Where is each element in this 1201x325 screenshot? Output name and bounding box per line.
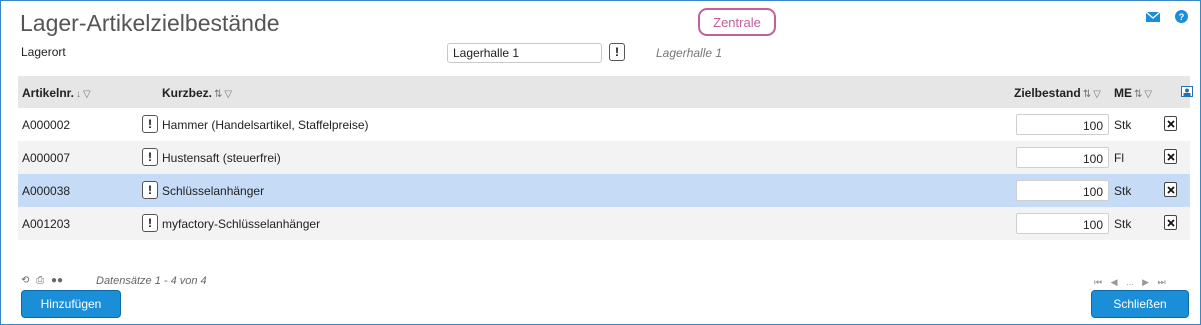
artikelnr-cell: A000002 [22,118,71,132]
delete-icon [1166,152,1175,161]
me-cell: Stk [1114,118,1132,132]
help-icon[interactable]: ? [1175,10,1188,23]
column-header-artikelnr[interactable]: Artikelnr. ↓ ▽ [22,86,91,100]
row-info-button[interactable]: ! [142,181,158,199]
column-header-kurzbez[interactable]: Kurzbez. ⇅ ▽ [162,86,232,100]
zielbestand-input[interactable]: 100 [1016,114,1109,135]
table-row[interactable]: A001203 ! myfactory-Schlüsselanhänger 10… [18,207,1190,240]
filter-icon[interactable]: ▽ [83,89,91,100]
prev-page-icon[interactable]: ◀ [1111,277,1118,287]
last-page-icon[interactable]: ⏭ [1158,277,1166,287]
table-row[interactable]: A000007 ! Hustensaft (steuerfrei) 100 Fl [18,141,1190,174]
zielbestand-input[interactable]: 100 [1016,147,1109,168]
refresh-icon[interactable]: ⟲ [21,275,29,286]
filter-icon[interactable]: ▽ [1144,89,1152,100]
page-title: Lager-Artikelzielbestände [20,10,280,36]
lagerort-label: Lagerort [21,45,66,59]
delete-icon [1166,218,1175,227]
kurzbez-cell: myfactory-Schlüsselanhänger [162,217,321,231]
column-chooser-icon[interactable] [1181,86,1193,97]
me-cell: Fl [1114,151,1124,165]
table-row-selected[interactable]: A000038 ! Schlüsselanhänger 100 Stk [18,174,1190,207]
sort-icon[interactable]: ⇅ [214,89,222,100]
mail-icon[interactable] [1146,10,1160,23]
kurzbez-cell: Schlüsselanhänger [162,184,265,198]
me-cell: Stk [1114,217,1132,231]
delete-row-button[interactable] [1164,215,1177,230]
footer-toolbar: ⟲ ⎙ ●● [21,275,67,286]
row-info-button[interactable]: ! [142,115,158,133]
delete-row-button[interactable] [1164,116,1177,131]
kurzbez-cell: Hammer (Handelsartikel, Staffelpreise) [162,118,369,132]
sort-icon[interactable]: ⇅ [1083,89,1091,100]
pager: ⏮ ◀ ... ▶ ⏭ [1094,277,1172,288]
artikelnr-cell: A000038 [22,184,71,198]
kurzbez-cell: Hustensaft (steuerfrei) [162,151,281,165]
zielbestand-input[interactable]: 100 [1016,213,1109,234]
zielbestand-input[interactable]: 100 [1016,180,1109,201]
close-button[interactable]: Schließen [1091,290,1189,318]
artikelnr-cell: A000007 [22,151,71,165]
lagerort-info-button[interactable]: ! [609,43,625,61]
row-info-button[interactable]: ! [142,148,158,166]
filter-icon[interactable]: ▽ [224,89,232,100]
column-header-me[interactable]: ME ⇅ ▽ [1114,86,1152,100]
add-button[interactable]: Hinzufügen [21,290,121,318]
next-page-icon[interactable]: ▶ [1142,277,1149,287]
lagerort-input[interactable] [447,43,602,63]
first-page-icon[interactable]: ⏮ [1094,277,1102,287]
sort-icon[interactable]: ⇅ [1134,89,1142,100]
table-header: Artikelnr. ↓ ▽ Kurzbez. ⇅ ▽ Zielbestand ⇅ ▽ ME… [18,76,1193,108]
print-icon[interactable]: ⎙ [36,275,44,286]
delete-row-button[interactable] [1164,149,1177,164]
record-count: Datensätze 1 - 4 von 4 [96,275,207,287]
me-cell: Stk [1114,184,1132,198]
artikelnr-cell: A001203 [22,217,71,231]
table-row[interactable]: A000002 ! Hammer (Handelsartikel, Staffe… [18,108,1190,141]
settings-icon[interactable]: ●● [51,275,63,286]
row-info-button[interactable]: ! [142,214,158,232]
sort-desc-icon[interactable]: ↓ [76,89,81,100]
svg-text:?: ? [1179,12,1185,22]
delete-row-button[interactable] [1164,182,1177,197]
page-ellipsis: ... [1126,277,1134,287]
lagerort-resolved-name: Lagerhalle 1 [656,46,723,60]
filter-icon[interactable]: ▽ [1093,89,1101,100]
context-badge[interactable]: Zentrale [698,8,776,36]
delete-icon [1166,185,1175,194]
delete-icon [1166,119,1175,128]
column-header-zielbestand[interactable]: Zielbestand ⇅ ▽ [1014,86,1101,100]
